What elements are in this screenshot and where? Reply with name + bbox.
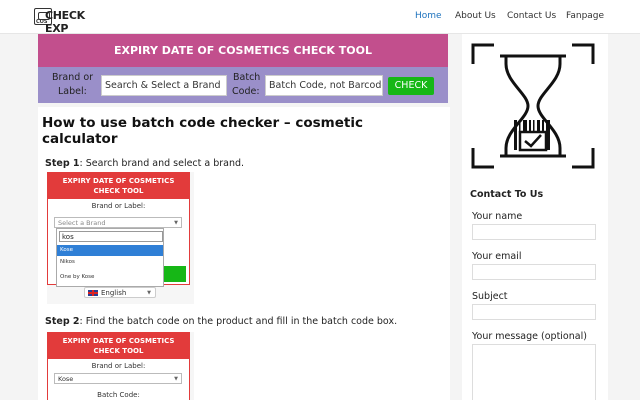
batch-label-line1: Batch — [233, 72, 261, 83]
shot-1-language-select: English ▼ — [84, 287, 156, 298]
brand-label-line1: Brand or — [52, 72, 94, 83]
contact-title: Contact To Us — [470, 189, 544, 200]
brand-search-input[interactable]: Search & Select a Brand — [101, 75, 227, 96]
step-1-label: Step 1 — [45, 158, 80, 169]
nav-home[interactable]: Home — [415, 11, 442, 21]
shot-2-brand-label: Brand or Label: — [91, 362, 146, 370]
tool-form-row: Brand or Label: Search & Select a Brand … — [38, 67, 448, 103]
message-label: Your message (optional) — [472, 331, 587, 342]
name-field[interactable] — [472, 224, 596, 240]
batch-label-line2: Code: — [232, 86, 260, 97]
step-2: Step 2: Find the batch code on the produ… — [45, 316, 397, 327]
name-label: Your name — [472, 211, 523, 222]
shot-2-selected-brand: Kose — [58, 375, 74, 383]
shot-1-title: EXPIRY DATE OF COSMETICS CHECK TOOL — [48, 173, 189, 199]
article: How to use batch code checker – cosmetic… — [38, 107, 450, 400]
step-1: Step 1: Search brand and select a brand. — [45, 158, 244, 169]
sidebar: Contact To Us Your name Your email Subje… — [462, 34, 608, 400]
article-heading: How to use batch code checker – cosmetic… — [42, 115, 363, 147]
shot-1-dropdown: kos Kose Nikos One by Kose — [56, 228, 164, 287]
message-field[interactable] — [472, 344, 596, 400]
shot-1-option: Kose — [57, 245, 163, 256]
shot-2-brand-select: Kose ▼ — [54, 373, 182, 384]
nav-about-us[interactable]: About Us — [455, 11, 496, 21]
check-button[interactable]: CHECK — [388, 77, 434, 95]
expiry-check-tool: EXPIRY DATE OF COSMETICS CHECK TOOL Bran… — [38, 34, 448, 103]
caret-down-icon: ▼ — [174, 376, 178, 382]
step-2-text: : Find the batch code on the product and… — [79, 316, 398, 327]
site-logo[interactable]: COS CHECK EXP — [34, 8, 94, 35]
nav-contact-us[interactable]: Contact Us — [507, 11, 556, 21]
shot-1-panel: EXPIRY DATE OF COSMETICS CHECK TOOL Bran… — [47, 172, 190, 287]
shot-2-panel: EXPIRY DATE OF COSMETICS CHECK TOOL Bran… — [47, 332, 190, 400]
hourglass-barcode-icon — [471, 43, 595, 169]
nav-fanpage[interactable]: Fanpage — [566, 11, 604, 21]
subject-field[interactable] — [472, 304, 596, 320]
caret-down-icon: ▼ — [174, 220, 178, 226]
step-2-screenshot: EXPIRY DATE OF COSMETICS CHECK TOOL Bran… — [47, 332, 194, 400]
shot-1-option: Nikos — [60, 259, 75, 265]
step-1-text: : Search brand and select a brand. — [79, 158, 245, 169]
shot-1-select-placeholder: Select a Brand — [58, 219, 106, 227]
uk-flag-icon — [88, 290, 98, 296]
brand-label-line2: Label: — [58, 86, 87, 97]
step-2-label: Step 2 — [45, 316, 80, 327]
tool-title: EXPIRY DATE OF COSMETICS CHECK TOOL — [38, 34, 448, 67]
email-label: Your email — [472, 251, 522, 262]
email-field[interactable] — [472, 264, 596, 280]
main-content: EXPIRY DATE OF COSMETICS CHECK TOOL Bran… — [38, 34, 450, 400]
shot-1-option: One by Kose — [60, 274, 95, 280]
step-1-screenshot: EXPIRY DATE OF COSMETICS CHECK TOOL Bran… — [47, 172, 194, 304]
shot-1-dropdown-search: kos — [59, 231, 163, 242]
site-header: COS CHECK EXP Home About Us Contact Us F… — [0, 0, 640, 35]
batch-code-input[interactable]: Batch Code, not Barcode — [265, 75, 383, 96]
shot-1-brand-select: Select a Brand ▼ — [54, 217, 182, 228]
chevron-down-icon: ▼ — [147, 290, 151, 296]
subject-label: Subject — [472, 291, 508, 302]
shot-1-button — [164, 266, 186, 282]
shot-2-batch-label: Batch Code: — [97, 391, 140, 399]
shot-2-title: EXPIRY DATE OF COSMETICS CHECK TOOL — [48, 333, 189, 359]
shot-1-brand-label: Brand or Label: — [91, 202, 146, 210]
logo-text: CHECK EXP — [45, 9, 85, 35]
shot-1-language: English — [101, 289, 127, 297]
